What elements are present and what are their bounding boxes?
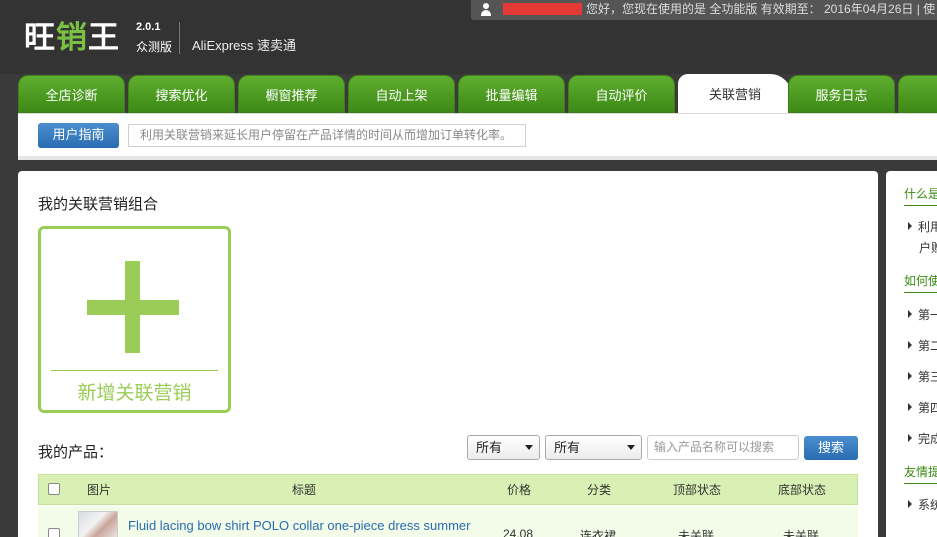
table-row[interactable]: Fluid lacing bow shirt POLO collar one-p…	[38, 506, 858, 537]
filter-select-1-value: 所有	[476, 440, 503, 455]
tab-auto-review[interactable]: 自动评价	[568, 75, 675, 113]
sidebar-heading-tips: 友情提	[904, 465, 937, 479]
user-bar: 您好，您现在使用的是 全功能版 有效期至： 2016年04月26日 | 使	[471, 0, 937, 20]
product-price: 24.08	[502, 527, 534, 537]
chevron-down-icon	[525, 445, 533, 450]
sidebar-item-continued: 户赠	[919, 241, 937, 255]
divider	[904, 205, 937, 206]
sidebar-heading-what: 什么是	[904, 187, 937, 201]
guide-description: 利用关联营销来延长用户停留在产品详情的时间从而增加订单转化率。	[128, 124, 526, 147]
beta-label: 众测版	[136, 40, 173, 54]
select-all-checkbox[interactable]	[48, 483, 60, 495]
main-panel: 我的关联营销组合 新增关联营销 我的产品： 所有 所有 输入产品名称可以搜索 搜…	[18, 171, 878, 537]
tab-batch-edit[interactable]: 批量编辑	[458, 75, 565, 113]
tab-auto-list[interactable]: 自动上架	[348, 75, 455, 113]
user-name-redacted	[503, 3, 582, 15]
user-status-message: 您好，您现在使用的是 全功能版 有效期至： 2016年04月26日 | 使	[586, 2, 936, 16]
sidebar-step-3: 第三	[908, 368, 937, 385]
sidebar-step-4: 第四	[908, 399, 937, 416]
card-divider	[51, 370, 218, 371]
sidebar-step-2: 第二	[908, 337, 937, 354]
add-related-marketing-card[interactable]: 新增关联营销	[38, 226, 231, 413]
col-top-status: 顶部状态	[672, 483, 721, 497]
tab-related-marketing[interactable]: 关联营销	[678, 74, 792, 114]
main-tabs: 全店诊断 搜索优化 橱窗推荐 自动上架 批量编辑 自动评价 关联营销 服务日志	[18, 74, 937, 114]
chevron-down-icon	[627, 445, 635, 450]
app-name: AliExpress 速卖通	[192, 38, 297, 53]
filter-select-1[interactable]: 所有	[467, 435, 540, 460]
product-category: 连衣裙	[579, 529, 616, 537]
col-price: 价格	[506, 483, 531, 497]
products-title: 我的产品：	[38, 444, 114, 461]
col-bottom-status: 底部状态	[777, 483, 826, 497]
col-category: 分类	[586, 483, 611, 497]
col-title: 标题	[291, 483, 316, 497]
divider	[904, 292, 937, 293]
product-title-link[interactable]: Fluid lacing bow shirt POLO collar one-p…	[128, 518, 470, 533]
sidebar-tip: 系统	[908, 496, 937, 513]
tab-store-diagnosis[interactable]: 全店诊断	[18, 75, 125, 113]
user-guide-button[interactable]: 用户指南	[38, 123, 119, 148]
user-icon	[479, 2, 493, 16]
sidebar-step-1: 第一	[908, 306, 937, 323]
top-status: 未关联	[677, 529, 714, 537]
add-related-marketing-label: 新增关联营销	[77, 383, 192, 404]
col-image: 图片	[86, 483, 111, 497]
row-checkbox[interactable]	[48, 528, 60, 537]
help-sidebar: 什么是 利用 户赠 如何使 第一 第二 第三 第四 完成 友情提 系统	[886, 171, 937, 537]
search-button[interactable]: 搜索	[804, 436, 858, 460]
divider	[904, 483, 937, 484]
section-title: 我的关联营销组合	[38, 196, 159, 213]
bottom-status: 未关联	[782, 529, 819, 537]
sidebar-item: 利用	[908, 218, 937, 235]
sidebar-step-5: 完成	[908, 430, 937, 447]
search-input[interactable]: 输入产品名称可以搜索	[647, 435, 799, 460]
tab-search-optimize[interactable]: 搜索优化	[128, 75, 235, 113]
divider	[18, 156, 937, 160]
table-header: 图片 标题 价格 分类 顶部状态 底部状态	[38, 474, 858, 505]
logo-divider	[179, 22, 180, 54]
filter-select-2[interactable]: 所有	[545, 435, 642, 460]
logo-text: 旺销王	[24, 20, 120, 56]
tab-showcase[interactable]: 橱窗推荐	[238, 75, 345, 113]
plus-icon-bar	[87, 300, 179, 315]
product-thumbnail	[78, 511, 118, 537]
sidebar-heading-how: 如何使	[904, 274, 937, 288]
guide-bar: 用户指南 利用关联营销来延长用户停留在产品详情的时间从而增加订单转化率。	[18, 113, 937, 160]
filter-select-2-value: 所有	[554, 440, 581, 455]
tab-service-log[interactable]: 服务日志	[788, 75, 895, 113]
tab-more[interactable]	[898, 75, 937, 113]
version-label: 2.0.1	[136, 21, 161, 33]
